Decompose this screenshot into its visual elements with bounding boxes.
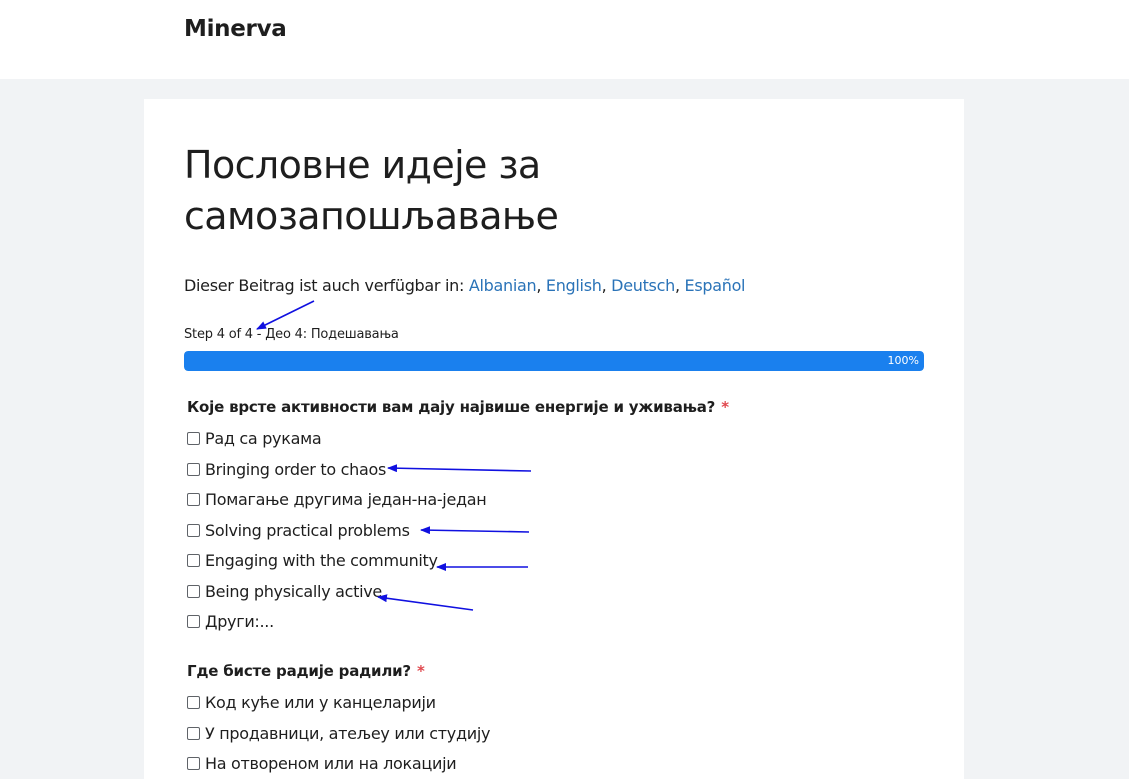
option-label: Engaging with the community	[205, 550, 438, 570]
lang-link-english[interactable]: English	[546, 276, 602, 295]
lang-link-albanian[interactable]: Albanian	[469, 276, 537, 295]
option-q2-outdoors[interactable]: На отвореном или на локацији	[187, 752, 457, 774]
site-brand[interactable]: Minerva	[184, 16, 287, 42]
checkbox[interactable]	[187, 614, 200, 628]
question-1-text: Које врсте активности вам дају највише е…	[187, 398, 716, 416]
required-mark: *	[416, 662, 425, 680]
option-q1-practical-problems[interactable]: Solving practical problems	[187, 519, 410, 541]
option-q2-home-office[interactable]: Код куће или у канцеларији	[187, 691, 436, 713]
option-label: Solving practical problems	[205, 520, 410, 540]
option-label: Други:...	[205, 611, 274, 631]
page-title: Пословне идеје за самозапошљавање	[184, 143, 559, 238]
checkbox[interactable]	[187, 462, 200, 476]
lang-link-espanol[interactable]: Español	[685, 276, 746, 295]
option-q1-other[interactable]: Други:...	[187, 610, 274, 632]
checkbox[interactable]	[187, 695, 200, 709]
progress-percent: 100%	[887, 354, 919, 367]
checkbox[interactable]	[187, 553, 200, 567]
option-q1-physically-active[interactable]: Being physically active	[187, 580, 382, 602]
lang-separator: ,	[674, 276, 685, 295]
option-label: Bringing order to chaos	[205, 459, 386, 479]
question-1-label: Које врсте активности вам дају највише е…	[187, 398, 729, 416]
translation-notice: Dieser Beitrag ist auch verfügbar in: Al…	[184, 276, 746, 295]
step-label: Step 4 of 4 - Део 4: Подешавања	[184, 327, 399, 342]
option-q2-shop-studio[interactable]: У продавници, атељеу или студију	[187, 722, 490, 744]
option-q1-helping-others[interactable]: Помагање другима један-на-један	[187, 488, 487, 510]
option-q1-order-to-chaos[interactable]: Bringing order to chaos	[187, 458, 386, 480]
option-label: У продавници, атељеу или студију	[205, 723, 491, 743]
checkbox[interactable]	[187, 492, 200, 506]
progress-bar-fill: 100%	[184, 351, 924, 371]
required-mark: *	[721, 398, 729, 416]
translation-prefix: Dieser Beitrag ist auch verfügbar in:	[184, 276, 469, 295]
lang-separator: ,	[601, 276, 612, 295]
site-header: Minerva	[0, 0, 1129, 79]
option-q1-community[interactable]: Engaging with the community	[187, 549, 438, 571]
option-label: На отвореном или на локацији	[205, 753, 457, 773]
checkbox[interactable]	[187, 584, 200, 598]
lang-link-deutsch[interactable]: Deutsch	[611, 276, 675, 295]
checkbox[interactable]	[187, 523, 200, 537]
option-label: Код куће или у канцеларији	[205, 692, 436, 712]
option-label: Помагање другима један-на-један	[205, 489, 487, 509]
checkbox[interactable]	[187, 726, 200, 740]
checkbox[interactable]	[187, 756, 200, 770]
question-2-text: Где бисте радије радили?	[187, 662, 411, 680]
option-label: Рад са рукама	[205, 428, 322, 448]
checkbox[interactable]	[187, 431, 200, 445]
question-2-label: Где бисте радије радили? *	[187, 662, 425, 680]
progress-bar: 100%	[184, 351, 924, 371]
lang-separator: ,	[536, 276, 546, 295]
option-label: Being physically active	[205, 581, 382, 601]
option-q1-work-with-hands[interactable]: Рад са рукама	[187, 427, 322, 449]
